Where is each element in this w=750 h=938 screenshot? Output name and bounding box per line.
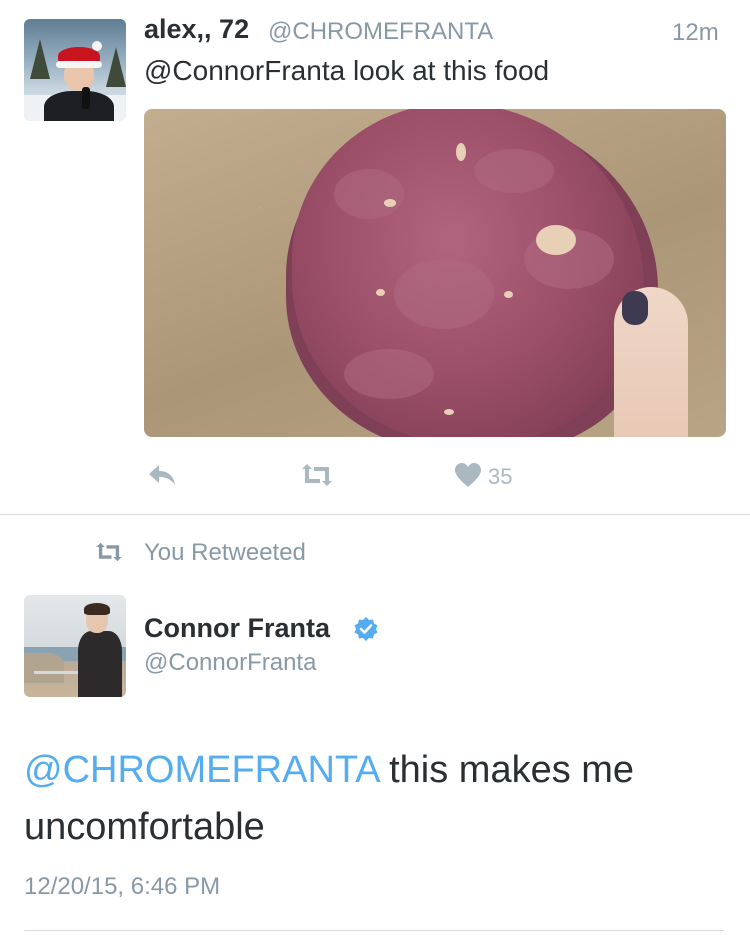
photo-shape [376,289,385,296]
tweet-author-handle[interactable]: @ConnorFranta [144,649,316,677]
mention-link[interactable]: @CHROMEFRANTA [24,749,379,791]
photo-shape [394,259,494,329]
retweet-icon[interactable] [298,462,336,493]
heart-icon[interactable] [454,462,482,493]
divider [24,930,724,931]
tweet-text: @ConnorFranta look at this food [144,55,550,86]
retweet-notice: You Retweeted [144,539,306,566]
avatar-decoration [56,61,102,68]
tweet-timestamp: 12/20/15, 6:46 PM [24,873,221,900]
reply-icon[interactable] [146,462,178,493]
avatar-decoration [44,91,114,121]
photo-shape [384,199,396,207]
photo-shape [474,149,554,193]
tweet-text: @CHROMEFRANTA this makes me uncomfortabl… [24,742,724,856]
avatar-decoration [106,47,126,87]
avatar-decoration [84,603,110,615]
avatar-decoration [92,41,102,51]
photo-shape [334,169,404,219]
avatar-decoration [82,87,90,109]
photo-shape [536,225,576,255]
tweet-time: 12m [672,19,719,46]
photo-shape [456,143,466,161]
retweet-icon [93,541,125,568]
photo-shape [622,291,648,325]
tweet-author-handle[interactable]: @CHROMEFRANTA [268,18,493,46]
verified-badge-icon [353,616,379,647]
avatar-alex[interactable] [24,19,126,121]
avatar-connor[interactable] [24,595,126,697]
tweet-author-name[interactable]: alex,, 72 [144,14,249,45]
divider [0,514,750,515]
avatar-decoration [24,653,64,683]
tweet-photo[interactable] [144,109,726,437]
photo-shape [504,291,513,298]
like-count: 35 [488,464,513,489]
photo-shape [344,349,434,399]
photo-shape [444,409,454,415]
avatar-decoration [78,631,122,697]
tweet-author-name[interactable]: Connor Franta [144,613,330,644]
avatar-decoration [30,39,50,79]
